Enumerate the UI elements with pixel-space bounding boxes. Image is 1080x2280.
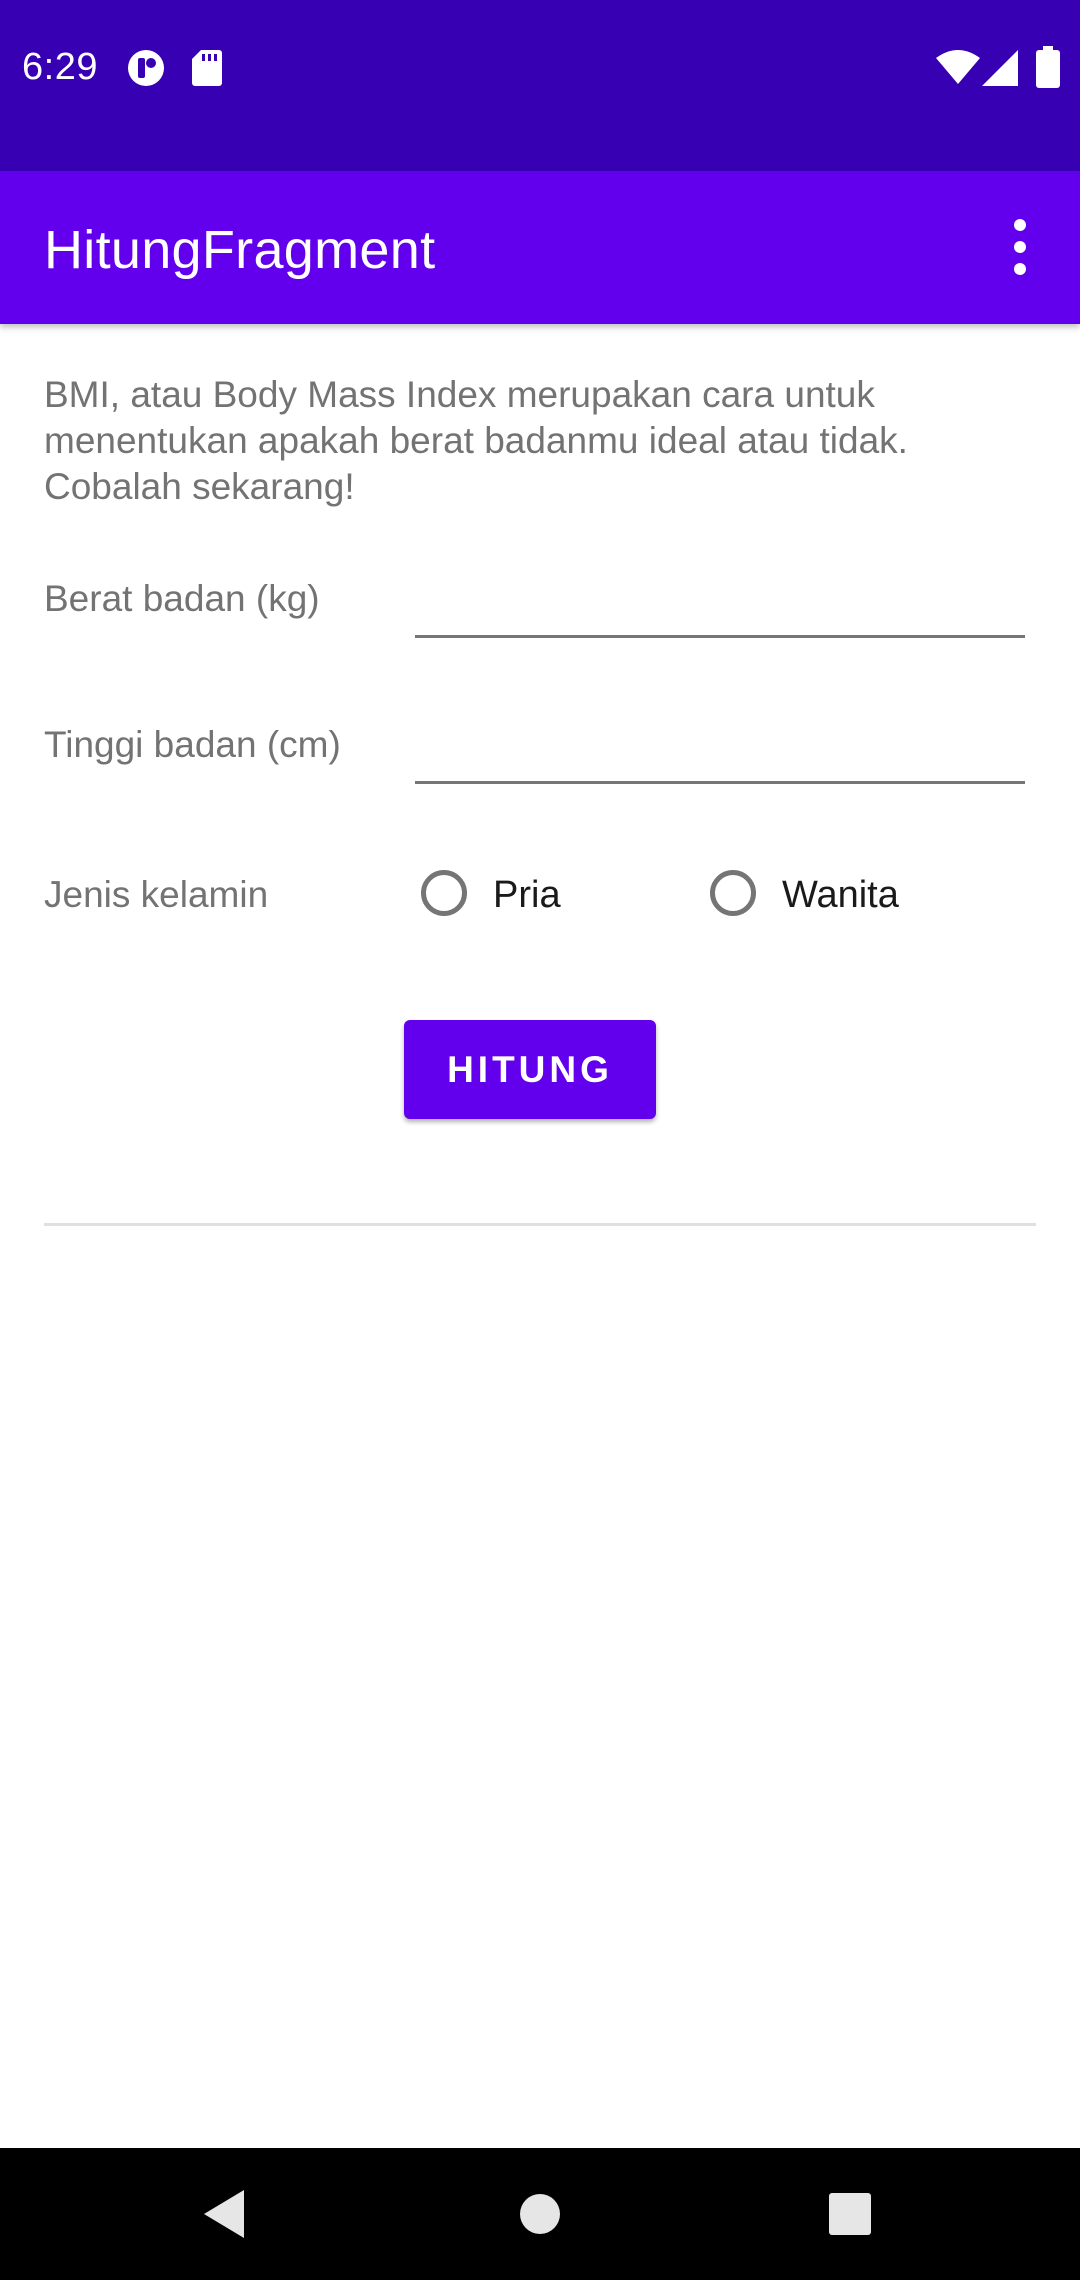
home-icon — [520, 2194, 560, 2234]
height-input[interactable] — [415, 714, 1025, 784]
home-button[interactable] — [510, 2184, 570, 2244]
sd-card-icon — [192, 50, 222, 91]
weight-label: Berat badan (kg) — [44, 578, 320, 619]
radio-button-icon[interactable] — [710, 870, 756, 916]
divider — [44, 1223, 1036, 1226]
app-bar: HitungFragment — [0, 171, 1080, 324]
cell-signal-icon — [982, 50, 1018, 91]
navigation-bar — [0, 2148, 1080, 2280]
recents-button[interactable] — [820, 2184, 880, 2244]
back-button[interactable] — [196, 2184, 256, 2244]
app-title: HitungFragment — [44, 220, 436, 280]
notification-app-icon — [126, 48, 166, 93]
wifi-icon — [936, 50, 980, 91]
radio-pria[interactable]: Pria — [421, 856, 621, 936]
gender-label: Jenis kelamin — [44, 874, 269, 915]
status-bar: 6:29 — [0, 0, 1080, 171]
overflow-menu-button[interactable] — [980, 207, 1060, 287]
intro-text: BMI, atau Body Mass Index merupakan cara… — [44, 374, 908, 507]
recents-icon — [829, 2193, 871, 2235]
radio-pria-label: Pria — [493, 874, 561, 916]
hitung-button[interactable]: HITUNG — [404, 1020, 656, 1119]
more-vert-icon — [1014, 219, 1026, 275]
status-time: 6:29 — [22, 46, 98, 88]
back-icon — [204, 2190, 244, 2238]
radio-wanita[interactable]: Wanita — [710, 856, 940, 936]
radio-wanita-label: Wanita — [782, 874, 899, 916]
radio-button-icon[interactable] — [421, 870, 467, 916]
battery-icon — [1036, 46, 1060, 93]
weight-input[interactable] — [415, 568, 1025, 638]
height-label: Tinggi badan (cm) — [44, 724, 341, 765]
